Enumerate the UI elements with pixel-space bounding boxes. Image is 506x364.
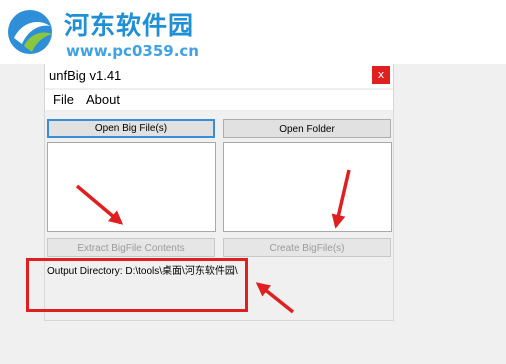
annotation-arrow-right (331, 169, 351, 229)
annotation-arrows (75, 169, 351, 314)
annotation-arrow-left (75, 184, 124, 225)
annotation-arrow-output (255, 282, 295, 314)
